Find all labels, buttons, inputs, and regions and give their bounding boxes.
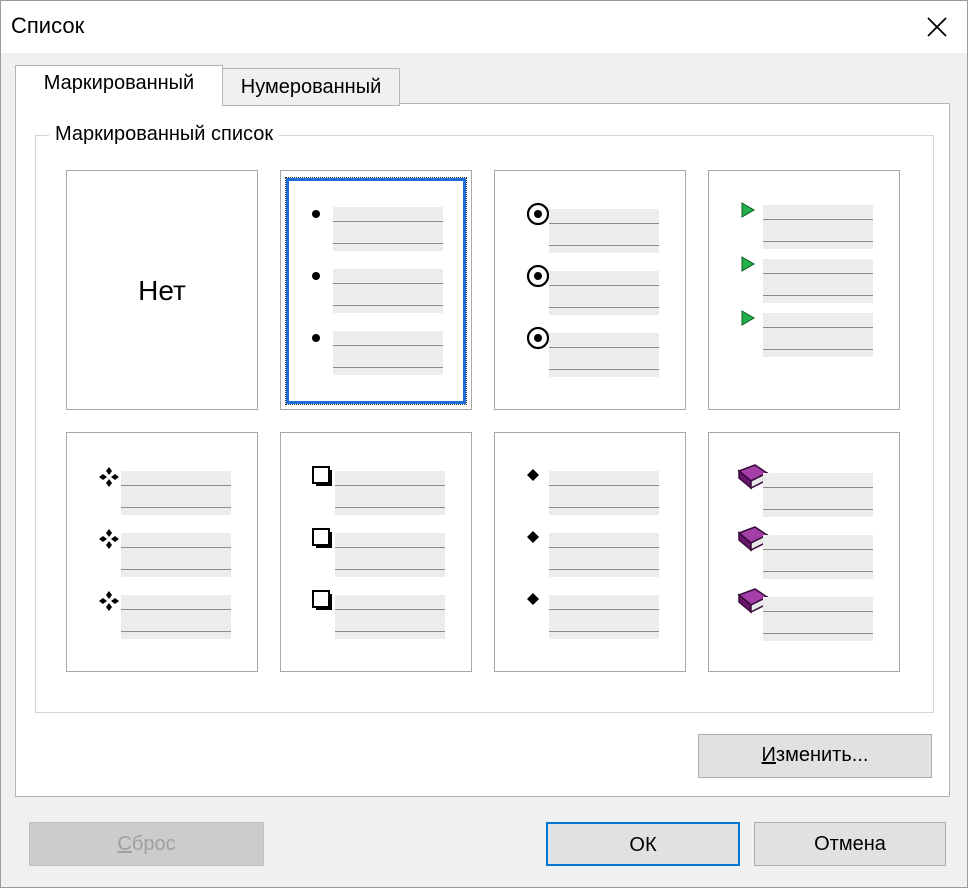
close-icon (927, 17, 947, 37)
change-accelerator: И (761, 744, 776, 766)
style-diamond-tile[interactable] (494, 432, 686, 672)
small-diamond-icon (525, 529, 541, 545)
shadow-box-icon (311, 465, 335, 489)
style-clover-tile[interactable] (66, 432, 258, 672)
change-button[interactable]: Изменить... (698, 734, 932, 778)
cancel-button[interactable]: Отмена (754, 822, 946, 866)
bullet-dot-icon (309, 331, 323, 345)
shadow-box-icon (311, 527, 335, 551)
none-label: Нет (138, 275, 186, 306)
green-arrow-icon (739, 201, 757, 219)
change-label: зменить... (775, 744, 869, 766)
bullet-dot-icon (309, 269, 323, 283)
circled-dot-icon (525, 201, 551, 227)
circled-dot-icon (525, 263, 551, 289)
window-title: Список (11, 13, 85, 38)
small-diamond-icon (525, 591, 541, 607)
style-box-tile[interactable] (280, 432, 472, 672)
list-dialog: Список Маркированный Нумерованный Маркир… (0, 0, 968, 888)
style-book-tile[interactable] (708, 432, 900, 672)
four-diamond-icon (97, 527, 121, 551)
reset-accelerator: С (117, 833, 132, 855)
reset-label: брос (131, 833, 176, 855)
four-diamond-icon (97, 589, 121, 613)
style-circle-dot-tile[interactable] (494, 170, 686, 410)
bullet-dot-icon (309, 207, 323, 221)
four-diamond-icon (97, 465, 121, 489)
style-none-tile[interactable]: Нет (66, 170, 258, 410)
shadow-box-icon (311, 589, 335, 613)
style-arrow-tile[interactable] (708, 170, 900, 410)
green-arrow-icon (739, 309, 757, 327)
circled-dot-icon (525, 325, 551, 351)
close-button[interactable] (907, 1, 967, 53)
small-diamond-icon (525, 467, 541, 483)
reset-button[interactable]: Сброс (29, 822, 264, 866)
title-bar: Список (1, 1, 967, 53)
group-label: Маркированный список (49, 123, 280, 146)
ok-button[interactable]: ОК (546, 822, 740, 866)
green-arrow-icon (739, 255, 757, 273)
tab-bulleted[interactable]: Маркированный (15, 65, 223, 105)
style-dot-tile[interactable] (280, 170, 472, 410)
tab-numbered[interactable]: Нумерованный (222, 68, 400, 106)
